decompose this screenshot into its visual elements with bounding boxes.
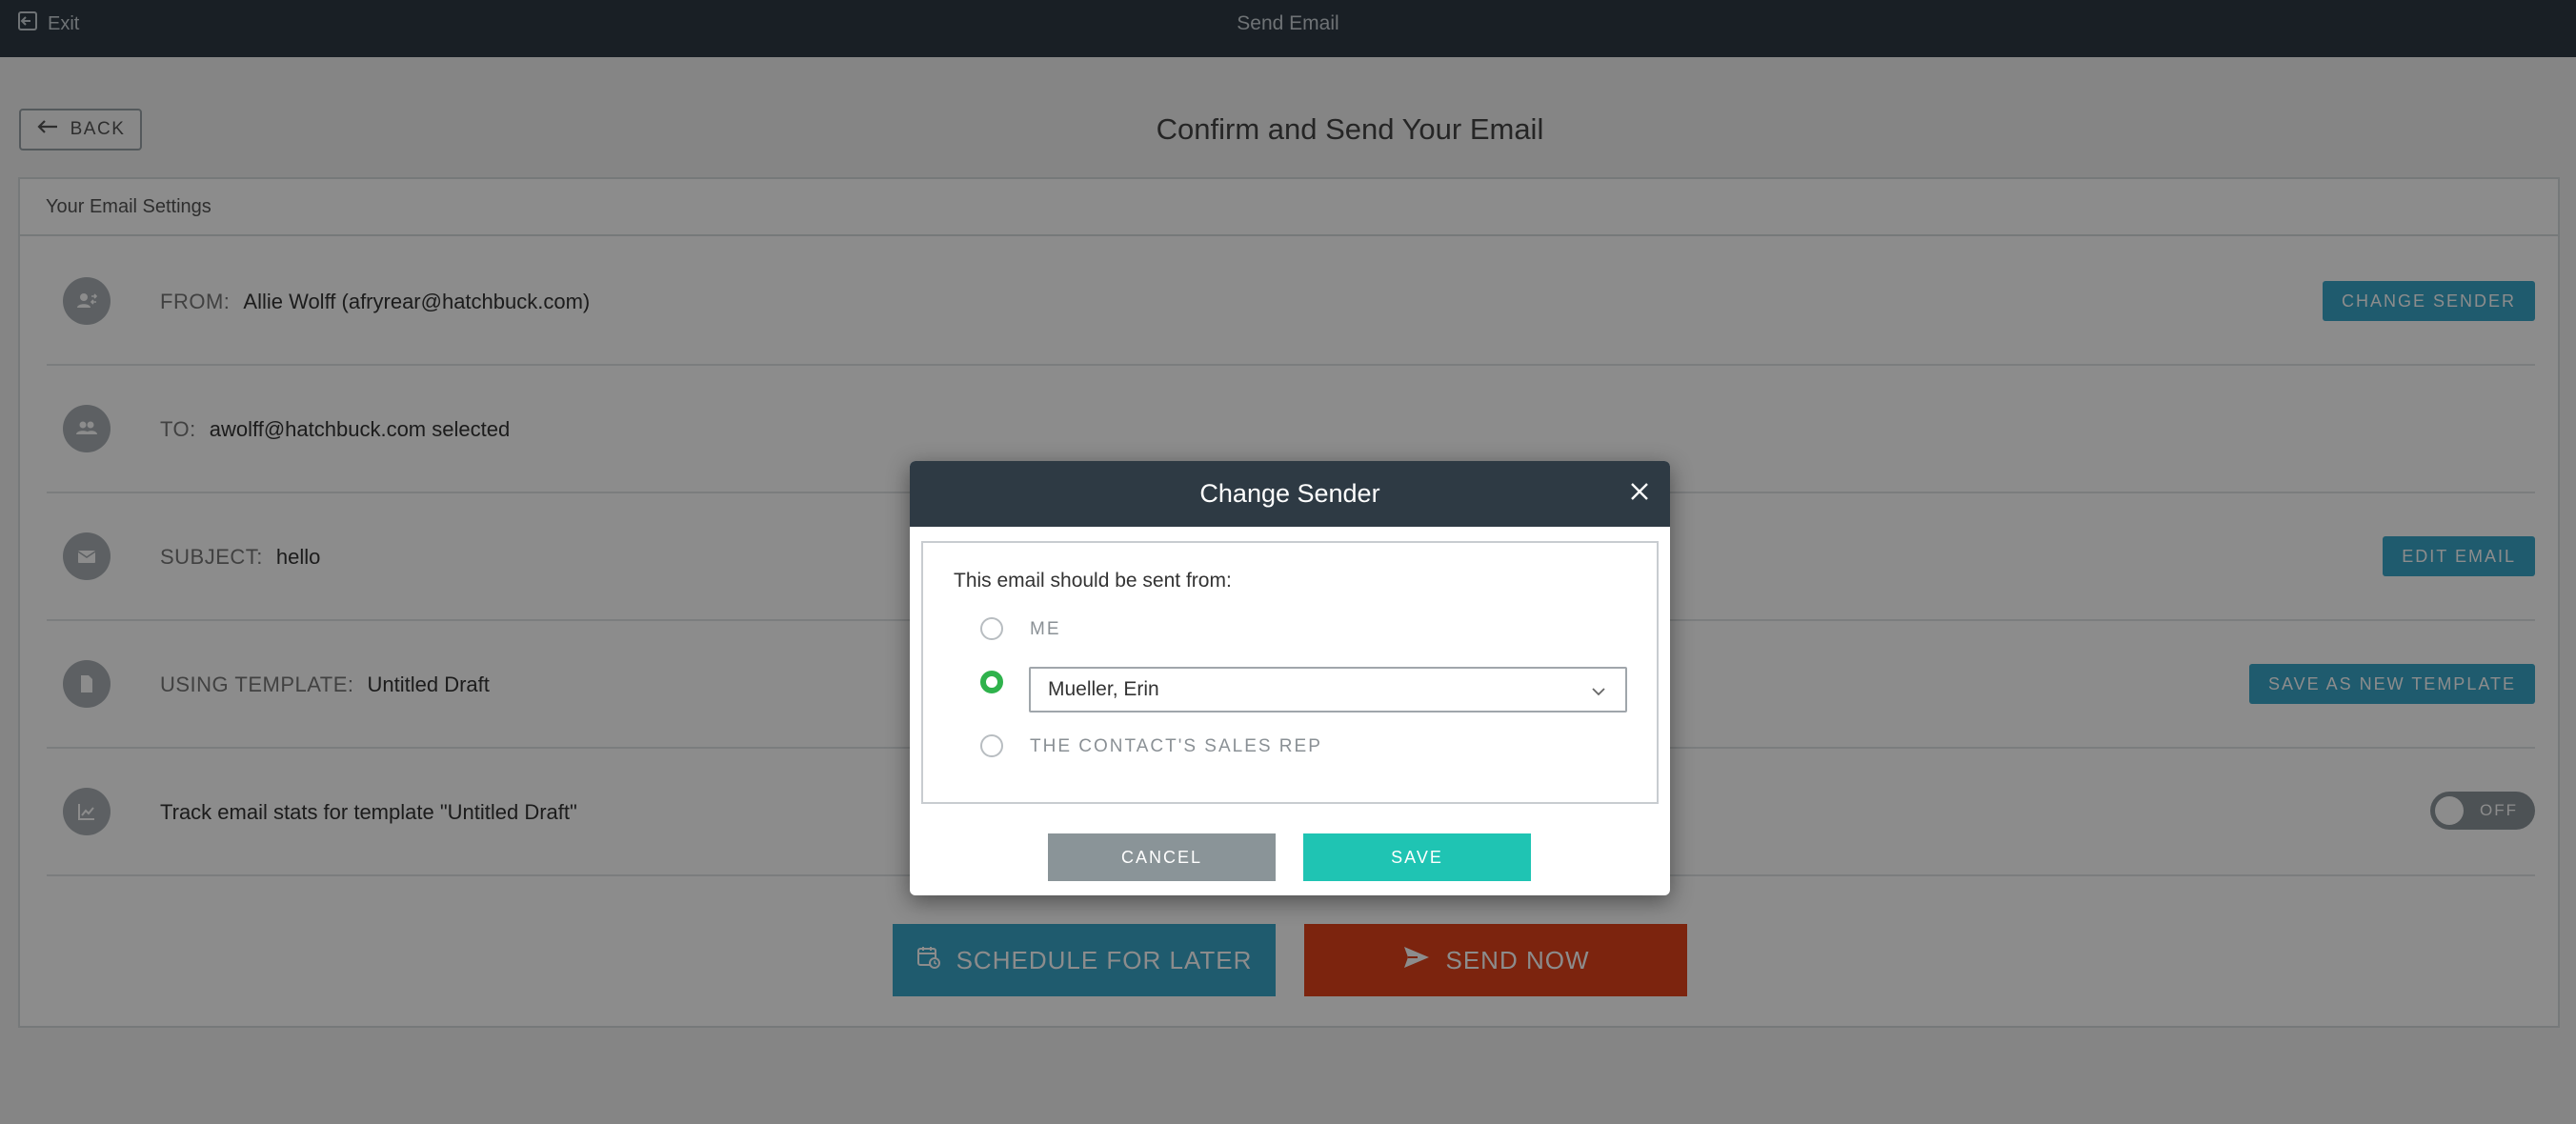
radio-me-label[interactable]: ME [1030, 619, 1061, 640]
modal-header: Change Sender [910, 461, 1670, 527]
modal-title: Change Sender [1199, 479, 1380, 508]
chevron-down-icon [1589, 682, 1608, 701]
close-button[interactable] [1624, 478, 1655, 509]
save-button[interactable]: SAVE [1303, 833, 1531, 881]
radio-sales-rep-label[interactable]: THE CONTACT'S SALES REP [1030, 736, 1322, 757]
close-icon [1629, 479, 1650, 509]
sender-user-select[interactable]: Mueller, Erin [1029, 667, 1627, 713]
change-sender-modal: Change Sender This email should be sent … [910, 461, 1670, 895]
sender-prompt: This email should be sent from: [954, 570, 1232, 592]
cancel-button[interactable]: CANCEL [1048, 833, 1276, 881]
sender-options: This email should be sent from: ME Muell… [921, 541, 1659, 804]
radio-me[interactable] [980, 617, 1003, 640]
radio-sales-rep[interactable] [980, 734, 1003, 757]
radio-user[interactable] [980, 671, 1003, 693]
sender-user-value: Mueller, Erin [1048, 678, 1159, 700]
